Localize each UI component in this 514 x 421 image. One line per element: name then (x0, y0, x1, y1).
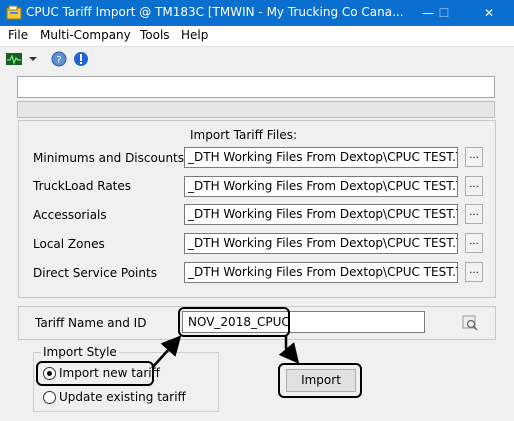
maximize-icon: ☐ (438, 6, 450, 20)
path-field-local-zones[interactable]: _DTH Working Files From Dextop\CPUC TEST… (184, 233, 458, 254)
status-field[interactable] (17, 76, 495, 98)
path-field-truckload-rates[interactable]: _DTH Working Files From Dextop\CPUC TEST… (184, 176, 458, 197)
callout-import-new-tariff (36, 361, 154, 386)
toolbar: ? (0, 46, 514, 70)
radio-update-existing-tariff[interactable] (43, 391, 56, 404)
app-icon (6, 5, 22, 20)
menu-bar: File Multi-Company Tools Help (0, 26, 514, 45)
browse-button-local-zones[interactable]: ... (465, 233, 483, 253)
window-title: CPUC Tariff Import @ TM183C [TMWIN - My … (26, 5, 404, 19)
callout-import-button (278, 363, 362, 398)
browse-button-truckload-rates[interactable]: ... (465, 176, 483, 196)
path-field-accessorials[interactable]: _DTH Working Files From Dextop\CPUC TEST… (184, 204, 458, 225)
browse-button-accessorials[interactable]: ... (465, 204, 483, 224)
title-bar: CPUC Tariff Import @ TM183C [TMWIN - My … (0, 0, 514, 26)
browse-button-minimums-discounts[interactable]: ... (465, 147, 483, 167)
label-minimums-discounts: Minimums and Discounts (33, 151, 185, 165)
menu-file[interactable]: File (8, 28, 28, 42)
label-update-existing-tariff[interactable]: Update existing tariff (59, 390, 186, 404)
label-accessorials: Accessorials (33, 208, 107, 222)
path-field-minimums-discounts[interactable]: _DTH Working Files From Dextop\CPUC TEST… (184, 147, 458, 168)
path-field-direct-service-points[interactable]: _DTH Working Files From Dextop\CPUC TEST… (184, 262, 458, 283)
menu-tools[interactable]: Tools (140, 28, 170, 42)
import-files-title: Import Tariff Files: (190, 128, 298, 142)
info-icon[interactable] (73, 51, 89, 67)
browse-button-direct-service-points[interactable]: ... (465, 262, 483, 282)
menu-help[interactable]: Help (181, 28, 208, 42)
label-direct-service-points: Direct Service Points (33, 266, 157, 280)
import-style-title: Import Style (41, 345, 119, 359)
label-local-zones: Local Zones (33, 237, 105, 251)
close-icon: ✕ (483, 6, 495, 20)
menu-multi-company[interactable]: Multi-Company (40, 28, 131, 42)
app-chart-icon[interactable] (6, 51, 22, 67)
tariff-name-label: Tariff Name and ID (35, 316, 147, 330)
label-truckload-rates: TruckLoad Rates (33, 179, 132, 193)
svg-text:?: ? (56, 55, 61, 66)
help-icon[interactable]: ? (51, 51, 67, 67)
maximize-button[interactable]: ☐ (427, 0, 461, 26)
callout-tariff-name (178, 307, 290, 337)
dropdown-arrow-icon[interactable] (25, 51, 41, 67)
progress-bar (17, 101, 495, 118)
close-button[interactable]: ✕ (472, 0, 506, 26)
lookup-icon[interactable] (462, 315, 478, 331)
